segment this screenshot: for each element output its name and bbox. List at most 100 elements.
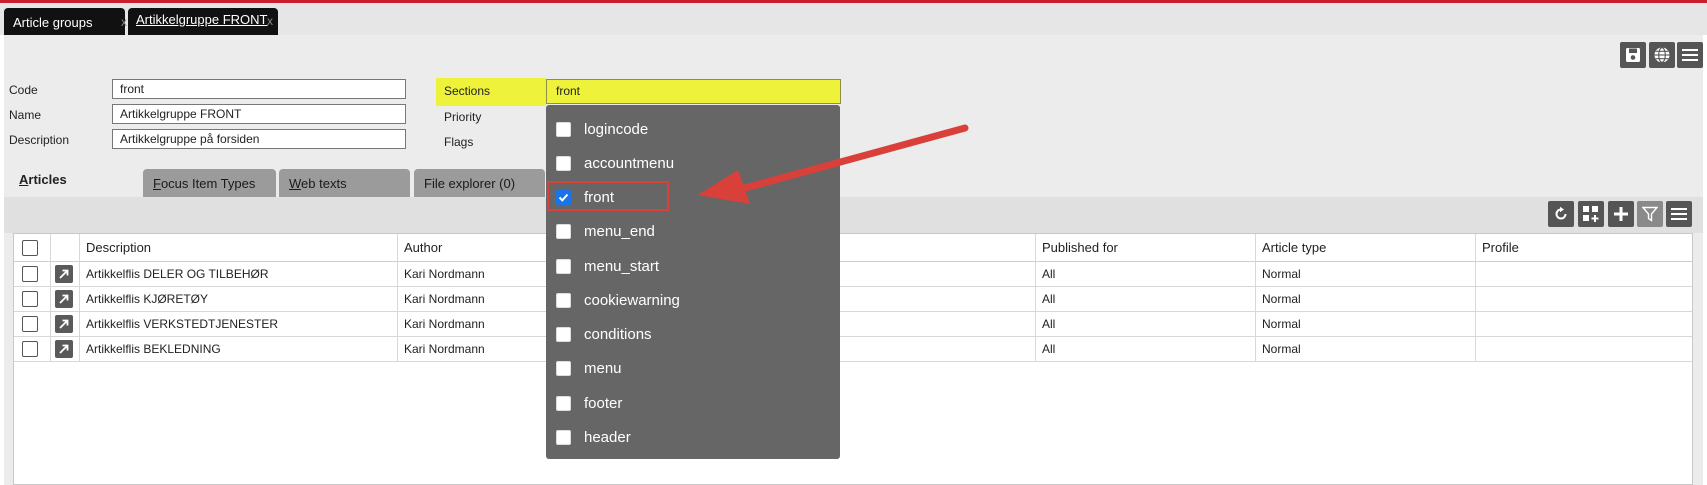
tab-file-explorer[interactable]: File explorer (0) <box>414 169 545 197</box>
tab-articles[interactable]: Articles <box>9 166 139 197</box>
code-label: Code <box>9 83 38 97</box>
priority-label: Priority <box>444 110 482 124</box>
tab-articles-label: rticles <box>28 172 67 187</box>
dropdown-option-footer[interactable]: footer <box>556 391 622 415</box>
option-label: accountmenu <box>584 154 675 172</box>
row-select-cell <box>14 336 50 361</box>
tab-web-texts[interactable]: Web texts <box>279 169 410 197</box>
cell-description: Artikkelflis KJØRETØY <box>79 286 397 311</box>
table-row[interactable]: Artikkelflis DELER OG TILBEHØR Kari Nord… <box>14 261 1692 287</box>
open-column-header <box>50 234 79 261</box>
option-checkbox[interactable] <box>556 292 571 308</box>
grid-menu-button[interactable] <box>1666 201 1692 227</box>
annotation-arrow <box>698 124 969 204</box>
select-all-checkbox[interactable] <box>22 239 38 256</box>
dropdown-option-accountmenu[interactable]: accountmenu <box>556 151 674 175</box>
menu-button[interactable] <box>1677 42 1703 68</box>
dropdown-option-logincode[interactable]: logincode <box>556 117 648 141</box>
sections-select[interactable]: front <box>546 79 841 104</box>
cell-article-type: Normal <box>1255 286 1475 311</box>
articles-grid: Description Author Published for Article… <box>13 233 1693 485</box>
grid-add-icon <box>1583 206 1599 222</box>
option-checkbox[interactable] <box>556 360 571 376</box>
cell-article-type: Normal <box>1255 336 1475 361</box>
tab-artikkelgruppe-front[interactable]: Artikkelgruppe FRONT x <box>128 8 278 35</box>
tab-focus-label: ocus Item Types <box>160 176 256 191</box>
tab-focus-item-types[interactable]: Focus Item Types <box>143 169 276 197</box>
row-checkbox[interactable] <box>22 340 38 357</box>
globe-icon <box>1654 47 1670 63</box>
column-header-published-for[interactable]: Published for <box>1035 234 1255 261</box>
open-row-button[interactable] <box>55 264 73 283</box>
column-header-description[interactable]: Description <box>79 234 397 261</box>
dropdown-option-header[interactable]: header <box>556 425 631 449</box>
option-label: menu_start <box>584 257 660 275</box>
cell-published-for: All <box>1035 311 1255 336</box>
option-checkbox[interactable] <box>556 121 571 137</box>
row-checkbox[interactable] <box>22 290 38 307</box>
dropdown-option-cookiewarning[interactable]: cookiewarning <box>556 288 680 312</box>
cell-profile <box>1475 261 1694 286</box>
tab-web-label: eb texts <box>301 176 347 191</box>
cell-description: Artikkelflis VERKSTEDTJENESTER <box>79 311 397 336</box>
cell-description: Artikkelflis DELER OG TILBEHØR <box>79 261 397 286</box>
description-label: Description <box>9 133 70 147</box>
save-button[interactable] <box>1620 42 1646 68</box>
option-checkbox[interactable] <box>556 258 571 274</box>
row-open-cell <box>50 311 79 336</box>
row-open-cell <box>50 336 79 361</box>
filter-icon <box>1642 206 1658 222</box>
open-row-button[interactable] <box>55 314 73 333</box>
tab-file-explorer-label: File explorer (0) <box>424 176 516 191</box>
option-checkbox[interactable] <box>556 395 571 411</box>
dropdown-option-conditions[interactable]: conditions <box>556 322 652 346</box>
open-arrow-icon <box>59 319 69 329</box>
cell-profile <box>1475 336 1694 361</box>
code-input[interactable]: front <box>112 79 406 99</box>
table-row[interactable]: Artikkelflis VERKSTEDTJENESTER Kari Nord… <box>14 311 1692 337</box>
tab-article-groups[interactable]: Article groups x <box>4 8 127 35</box>
open-arrow-icon <box>59 269 69 279</box>
close-tab-icon[interactable]: x <box>267 14 273 28</box>
option-checkbox[interactable] <box>556 326 571 342</box>
option-checkbox[interactable] <box>556 429 571 445</box>
row-checkbox[interactable] <box>22 265 38 282</box>
option-label: logincode <box>584 120 649 138</box>
sections-label: Sections <box>444 84 491 98</box>
open-row-button[interactable] <box>55 289 73 308</box>
option-label: footer <box>584 394 623 412</box>
name-input[interactable]: Artikkelgruppe FRONT <box>112 104 406 124</box>
menu-icon <box>1671 208 1687 220</box>
option-label: conditions <box>584 325 652 343</box>
add-button[interactable] <box>1608 201 1634 227</box>
save-icon <box>1626 48 1640 62</box>
close-tab-icon[interactable]: x <box>121 15 127 29</box>
option-label: menu_end <box>584 222 655 240</box>
dropdown-option-menu-start[interactable]: menu_start <box>556 254 659 278</box>
open-row-button[interactable] <box>55 339 73 358</box>
description-input[interactable]: Artikkelgruppe på forsiden <box>112 129 406 149</box>
refresh-button[interactable] <box>1548 201 1574 227</box>
table-row[interactable]: Artikkelflis KJØRETØY Kari Nordmann All … <box>14 286 1692 312</box>
name-label: Name <box>9 108 42 122</box>
option-label: menu <box>584 359 622 377</box>
tab-focus-accesskey: F <box>153 176 161 191</box>
filter-button[interactable] <box>1637 201 1663 227</box>
column-header-profile[interactable]: Profile <box>1475 234 1694 261</box>
option-checkbox[interactable] <box>556 155 571 171</box>
tab-articles-accesskey: A <box>19 172 29 187</box>
annotation-highlight-box <box>547 181 669 211</box>
row-select-cell <box>14 261 50 286</box>
language-button[interactable] <box>1649 42 1675 68</box>
add-view-button[interactable] <box>1578 201 1604 227</box>
table-row[interactable]: Artikkelflis BEKLEDNING Kari Nordmann Al… <box>14 336 1692 362</box>
refresh-icon <box>1555 206 1567 220</box>
flags-label: Flags <box>444 135 474 149</box>
option-checkbox[interactable] <box>556 223 571 239</box>
dropdown-option-menu[interactable]: menu <box>556 356 622 380</box>
row-open-cell <box>50 261 79 286</box>
dropdown-option-menu-end[interactable]: menu_end <box>556 219 655 243</box>
column-header-article-type[interactable]: Article type <box>1255 234 1475 261</box>
cell-published-for: All <box>1035 286 1255 311</box>
row-checkbox[interactable] <box>22 315 38 332</box>
